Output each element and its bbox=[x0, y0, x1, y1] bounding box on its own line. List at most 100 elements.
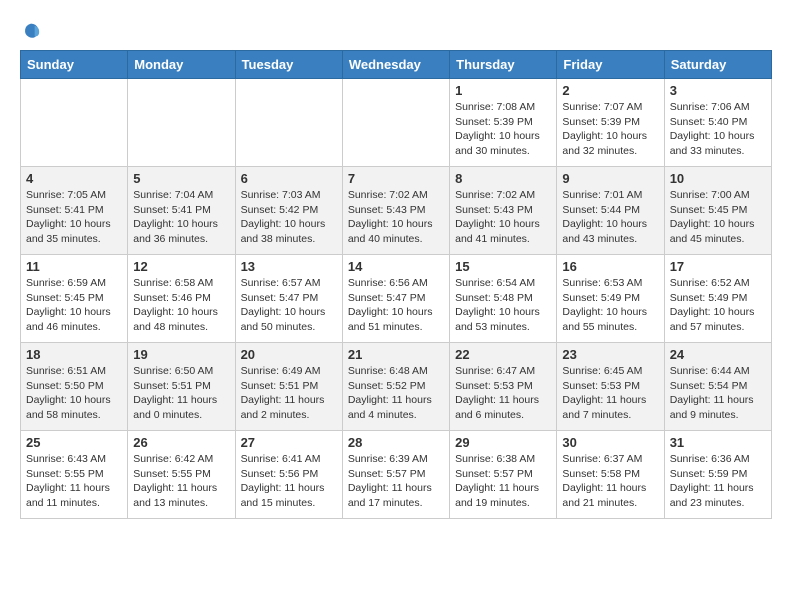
calendar-day-cell: 7 Sunrise: 7:02 AMSunset: 5:43 PMDaylight… bbox=[342, 167, 449, 255]
calendar-day-cell: 10 Sunrise: 7:00 AMSunset: 5:45 PMDayligh… bbox=[664, 167, 771, 255]
day-number: 9 bbox=[562, 171, 658, 186]
calendar-day-cell: 15 Sunrise: 6:54 AMSunset: 5:48 PMDayligh… bbox=[450, 255, 557, 343]
calendar-day-cell: 2 Sunrise: 7:07 AMSunset: 5:39 PMDaylight… bbox=[557, 79, 664, 167]
weekday-header-cell: Saturday bbox=[664, 51, 771, 79]
day-info: Sunrise: 6:50 AMSunset: 5:51 PMDaylight:… bbox=[133, 364, 229, 423]
calendar-day-cell bbox=[342, 79, 449, 167]
day-info: Sunrise: 6:49 AMSunset: 5:51 PMDaylight:… bbox=[241, 364, 337, 423]
day-number: 31 bbox=[670, 435, 766, 450]
weekday-header-cell: Monday bbox=[128, 51, 235, 79]
day-number: 10 bbox=[670, 171, 766, 186]
day-info: Sunrise: 7:04 AMSunset: 5:41 PMDaylight:… bbox=[133, 188, 229, 247]
day-info: Sunrise: 6:38 AMSunset: 5:57 PMDaylight:… bbox=[455, 452, 551, 511]
calendar-day-cell: 13 Sunrise: 6:57 AMSunset: 5:47 PMDayligh… bbox=[235, 255, 342, 343]
calendar-day-cell bbox=[21, 79, 128, 167]
calendar-day-cell: 5 Sunrise: 7:04 AMSunset: 5:41 PMDaylight… bbox=[128, 167, 235, 255]
day-number: 4 bbox=[26, 171, 122, 186]
day-info: Sunrise: 6:58 AMSunset: 5:46 PMDaylight:… bbox=[133, 276, 229, 335]
calendar-day-cell: 30 Sunrise: 6:37 AMSunset: 5:58 PMDayligh… bbox=[557, 431, 664, 519]
day-number: 13 bbox=[241, 259, 337, 274]
calendar-day-cell: 3 Sunrise: 7:06 AMSunset: 5:40 PMDaylight… bbox=[664, 79, 771, 167]
day-number: 30 bbox=[562, 435, 658, 450]
calendar-day-cell: 23Sunrise: 6:45 AMSunset: 5:53 PMDayligh… bbox=[557, 343, 664, 431]
calendar-day-cell: 14 Sunrise: 6:56 AMSunset: 5:47 PMDayligh… bbox=[342, 255, 449, 343]
day-number: 3 bbox=[670, 83, 766, 98]
calendar-day-cell: 20Sunrise: 6:49 AMSunset: 5:51 PMDayligh… bbox=[235, 343, 342, 431]
calendar-day-cell bbox=[235, 79, 342, 167]
calendar-day-cell: 19Sunrise: 6:50 AMSunset: 5:51 PMDayligh… bbox=[128, 343, 235, 431]
calendar-day-cell: 26 Sunrise: 6:42 AMSunset: 5:55 PMDayligh… bbox=[128, 431, 235, 519]
day-number: 23 bbox=[562, 347, 658, 362]
day-info: Sunrise: 6:36 AMSunset: 5:59 PMDaylight:… bbox=[670, 452, 766, 511]
day-info: Sunrise: 7:02 AMSunset: 5:43 PMDaylight:… bbox=[348, 188, 444, 247]
day-info: Sunrise: 7:00 AMSunset: 5:45 PMDaylight:… bbox=[670, 188, 766, 247]
calendar-day-cell: 29 Sunrise: 6:38 AMSunset: 5:57 PMDayligh… bbox=[450, 431, 557, 519]
calendar-day-cell: 4 Sunrise: 7:05 AMSunset: 5:41 PMDaylight… bbox=[21, 167, 128, 255]
day-info: Sunrise: 6:37 AMSunset: 5:58 PMDaylight:… bbox=[562, 452, 658, 511]
calendar-day-cell: 25Sunrise: 6:43 AMSunset: 5:55 PMDayligh… bbox=[21, 431, 128, 519]
calendar-day-cell: 1 Sunrise: 7:08 AMSunset: 5:39 PMDaylight… bbox=[450, 79, 557, 167]
day-info: Sunrise: 7:03 AMSunset: 5:42 PMDaylight:… bbox=[241, 188, 337, 247]
day-info: Sunrise: 7:07 AMSunset: 5:39 PMDaylight:… bbox=[562, 100, 658, 159]
day-number: 2 bbox=[562, 83, 658, 98]
day-info: Sunrise: 6:59 AMSunset: 5:45 PMDaylight:… bbox=[26, 276, 122, 335]
day-number: 21 bbox=[348, 347, 444, 362]
weekday-header-cell: Friday bbox=[557, 51, 664, 79]
calendar-week-row: 11 Sunrise: 6:59 AMSunset: 5:45 PMDayligh… bbox=[21, 255, 772, 343]
weekday-header-cell: Tuesday bbox=[235, 51, 342, 79]
calendar-day-cell: 9 Sunrise: 7:01 AMSunset: 5:44 PMDaylight… bbox=[557, 167, 664, 255]
calendar-day-cell: 16 Sunrise: 6:53 AMSunset: 5:49 PMDayligh… bbox=[557, 255, 664, 343]
day-number: 22 bbox=[455, 347, 551, 362]
weekday-header-row: SundayMondayTuesdayWednesdayThursdayFrid… bbox=[21, 51, 772, 79]
calendar-day-cell: 11 Sunrise: 6:59 AMSunset: 5:45 PMDayligh… bbox=[21, 255, 128, 343]
day-info: Sunrise: 6:43 AMSunset: 5:55 PMDaylight:… bbox=[26, 452, 122, 511]
day-info: Sunrise: 7:08 AMSunset: 5:39 PMDaylight:… bbox=[455, 100, 551, 159]
calendar-day-cell: 31 Sunrise: 6:36 AMSunset: 5:59 PMDayligh… bbox=[664, 431, 771, 519]
day-info: Sunrise: 6:42 AMSunset: 5:55 PMDaylight:… bbox=[133, 452, 229, 511]
day-info: Sunrise: 7:05 AMSunset: 5:41 PMDaylight:… bbox=[26, 188, 122, 247]
day-number: 5 bbox=[133, 171, 229, 186]
weekday-header-cell: Thursday bbox=[450, 51, 557, 79]
day-number: 12 bbox=[133, 259, 229, 274]
day-number: 6 bbox=[241, 171, 337, 186]
day-number: 29 bbox=[455, 435, 551, 450]
day-info: Sunrise: 6:53 AMSunset: 5:49 PMDaylight:… bbox=[562, 276, 658, 335]
day-info: Sunrise: 7:01 AMSunset: 5:44 PMDaylight:… bbox=[562, 188, 658, 247]
calendar-week-row: 4 Sunrise: 7:05 AMSunset: 5:41 PMDaylight… bbox=[21, 167, 772, 255]
day-number: 27 bbox=[241, 435, 337, 450]
day-info: Sunrise: 7:02 AMSunset: 5:43 PMDaylight:… bbox=[455, 188, 551, 247]
day-info: Sunrise: 7:06 AMSunset: 5:40 PMDaylight:… bbox=[670, 100, 766, 159]
day-number: 26 bbox=[133, 435, 229, 450]
day-number: 1 bbox=[455, 83, 551, 98]
logo bbox=[20, 20, 46, 42]
calendar-day-cell: 18 Sunrise: 6:51 AMSunset: 5:50 PMDayligh… bbox=[21, 343, 128, 431]
calendar-week-row: 18 Sunrise: 6:51 AMSunset: 5:50 PMDayligh… bbox=[21, 343, 772, 431]
day-info: Sunrise: 6:41 AMSunset: 5:56 PMDaylight:… bbox=[241, 452, 337, 511]
day-number: 15 bbox=[455, 259, 551, 274]
calendar-week-row: 1 Sunrise: 7:08 AMSunset: 5:39 PMDaylight… bbox=[21, 79, 772, 167]
day-info: Sunrise: 6:47 AMSunset: 5:53 PMDaylight:… bbox=[455, 364, 551, 423]
calendar-day-cell: 21Sunrise: 6:48 AMSunset: 5:52 PMDayligh… bbox=[342, 343, 449, 431]
day-number: 8 bbox=[455, 171, 551, 186]
day-number: 14 bbox=[348, 259, 444, 274]
calendar-table: SundayMondayTuesdayWednesdayThursdayFrid… bbox=[20, 50, 772, 519]
logo-icon bbox=[20, 20, 42, 42]
calendar-day-cell: 27 Sunrise: 6:41 AMSunset: 5:56 PMDayligh… bbox=[235, 431, 342, 519]
calendar-day-cell: 6 Sunrise: 7:03 AMSunset: 5:42 PMDaylight… bbox=[235, 167, 342, 255]
calendar-day-cell: 17Sunrise: 6:52 AMSunset: 5:49 PMDayligh… bbox=[664, 255, 771, 343]
calendar-day-cell: 22 Sunrise: 6:47 AMSunset: 5:53 PMDayligh… bbox=[450, 343, 557, 431]
day-info: Sunrise: 6:56 AMSunset: 5:47 PMDaylight:… bbox=[348, 276, 444, 335]
day-number: 7 bbox=[348, 171, 444, 186]
header bbox=[20, 20, 772, 42]
calendar-day-cell: 24Sunrise: 6:44 AMSunset: 5:54 PMDayligh… bbox=[664, 343, 771, 431]
day-number: 16 bbox=[562, 259, 658, 274]
day-info: Sunrise: 6:52 AMSunset: 5:49 PMDaylight:… bbox=[670, 276, 766, 335]
calendar-day-cell: 28Sunrise: 6:39 AMSunset: 5:57 PMDayligh… bbox=[342, 431, 449, 519]
day-number: 11 bbox=[26, 259, 122, 274]
weekday-header-cell: Sunday bbox=[21, 51, 128, 79]
day-info: Sunrise: 6:51 AMSunset: 5:50 PMDaylight:… bbox=[26, 364, 122, 423]
day-number: 18 bbox=[26, 347, 122, 362]
day-info: Sunrise: 6:54 AMSunset: 5:48 PMDaylight:… bbox=[455, 276, 551, 335]
day-info: Sunrise: 6:57 AMSunset: 5:47 PMDaylight:… bbox=[241, 276, 337, 335]
day-number: 28 bbox=[348, 435, 444, 450]
